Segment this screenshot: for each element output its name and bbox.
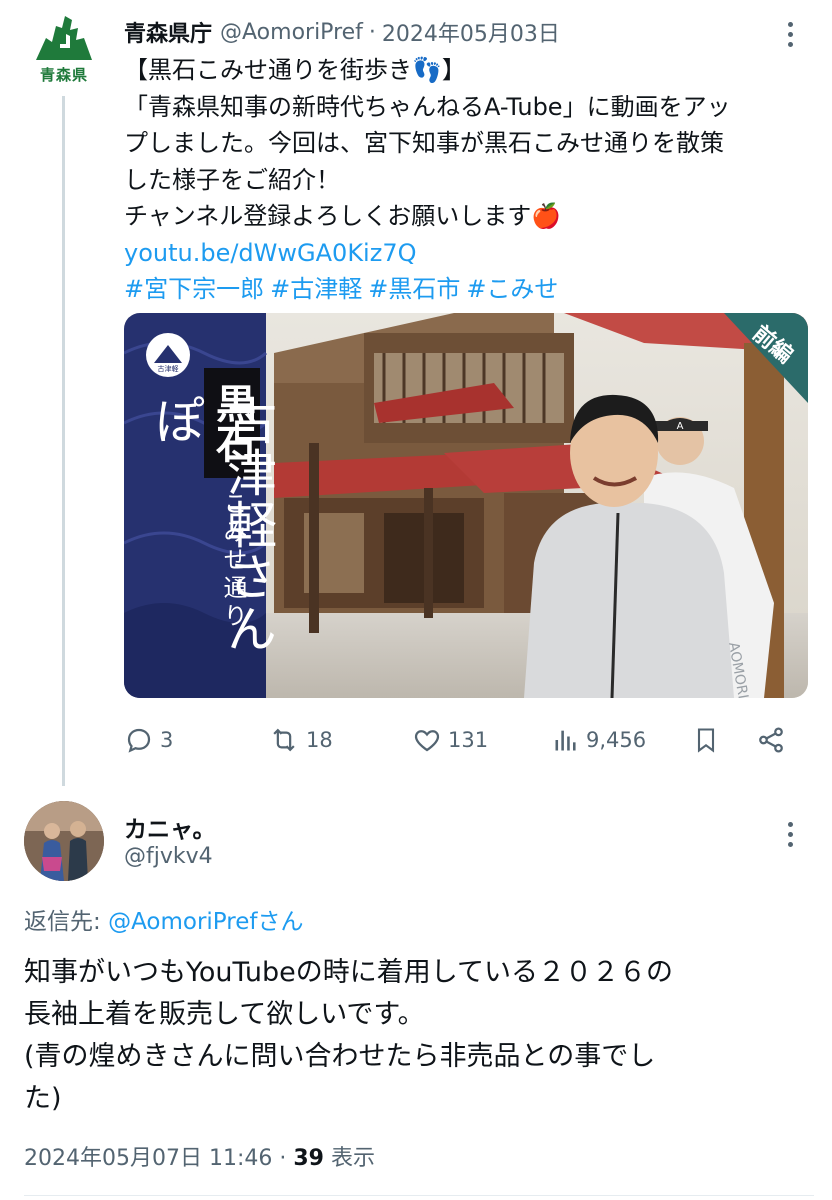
like-button[interactable]: 131 [412,718,488,762]
reply-count: 3 [160,728,174,752]
views-count: 9,456 [586,728,647,752]
reply-views-label: 表示 [323,1146,375,1171]
reply-line: 長袖上着を販売して欲しいです。 [24,999,425,1030]
tweet-line: 【黒石こみせ通りを街歩き👣】 [124,56,466,84]
thread-line [62,96,65,786]
bookmark-icon [697,728,715,753]
tweet-line: プしました。今回は、宮下知事が黒石こみせ通りを散策 [124,129,724,157]
reply-to-target[interactable]: @AomoriPrefさん [108,909,303,935]
views-chart-icon [555,730,576,751]
tweet-actions: 3 18 131 9,456 [124,718,804,762]
author-avatar[interactable]: 青森県 [24,14,104,94]
video-thumbnail[interactable]: 古津軽 A AOMORI 黒石 こみせ通り 古津軽さんぽ 前編 [124,313,808,698]
like-count: 131 [448,728,489,752]
reply-author-handle[interactable]: @fjvkv4 [124,844,213,869]
reply-text: 知事がいつもYouTubeの時に着用している２０２６の 長袖上着を販売して欲しい… [24,952,814,1120]
reply-more-options-icon[interactable] [780,814,800,854]
heart-icon [414,730,440,752]
reply-meta: 2024年05月07日 11:46 · 39 表示 [24,1140,375,1172]
reply-to-line: 返信先: @AomoriPrefさん [24,902,303,936]
reply-line: 知事がいつもYouTubeの時に着用している２０２６の [24,957,673,988]
reply-to-label: 返信先: [24,909,109,935]
reply-views-count: 39 [293,1146,324,1171]
aomori-logo-icon [36,16,92,60]
hashtag-link[interactable]: #宮下宗一郎 [124,275,264,303]
reply-line: た) [24,1083,62,1114]
tweet-line: 「青森県知事の新時代ちゃんねるA-Tube」に動画をアッ [124,92,731,121]
reply-line: (青の煌めきさんに問い合わせたら非売品との事でし [24,1041,656,1072]
divider [24,1195,814,1196]
share-icon [759,727,783,753]
views-button[interactable]: 9,456 [552,718,646,762]
author-handle[interactable]: @AomoriPref [220,20,363,45]
reply-author-name[interactable]: カニャ。 [124,810,216,844]
tweet-date[interactable]: 2024年05月03日 [382,16,560,48]
reply-avatar-image [24,801,104,881]
share-button[interactable] [756,718,792,762]
retweet-count: 18 [306,728,333,752]
hashtag-link[interactable]: #古津軽 [270,275,362,303]
tweet-line: チャンネル登録よろしくお願いします🍎 [124,202,562,230]
tweet-line: した様子をご紹介！ [124,165,340,194]
separator-dot: · [368,19,376,45]
tweet-text: 【黒石こみせ通りを街歩き👣】 「青森県知事の新時代ちゃんねるA-Tube」に動画… [124,52,804,308]
more-options-icon[interactable] [780,14,800,54]
vertical-title: 古津軽さんぽ [147,395,277,655]
tweet-header: 青森県庁 @AomoriPref · 2024年05月03日 [124,14,560,50]
emblem-label: 古津軽 [158,364,179,373]
hashtag-link[interactable]: #こみせ [466,275,558,303]
hashtag-row: #宮下宗一郎 #古津軽 #黒石市 #こみせ [124,271,804,308]
hashtag-link[interactable]: #黒石市 [368,275,460,303]
reply-button[interactable]: 3 [124,718,173,762]
retweet-icon [273,728,295,752]
bookmark-button[interactable] [692,718,726,762]
reply-timestamp[interactable]: 2024年05月07日 11:46 · [24,1146,293,1171]
author-name[interactable]: 青森県庁 [124,16,212,48]
cap-label: A [677,421,684,432]
avatar-label: 青森県 [39,66,88,84]
youtube-link[interactable]: youtu.be/dWwGA0Kiz7Q [124,235,804,272]
retweet-button[interactable]: 18 [268,718,333,762]
reply-avatar[interactable] [24,801,104,881]
reply-icon [127,728,151,753]
